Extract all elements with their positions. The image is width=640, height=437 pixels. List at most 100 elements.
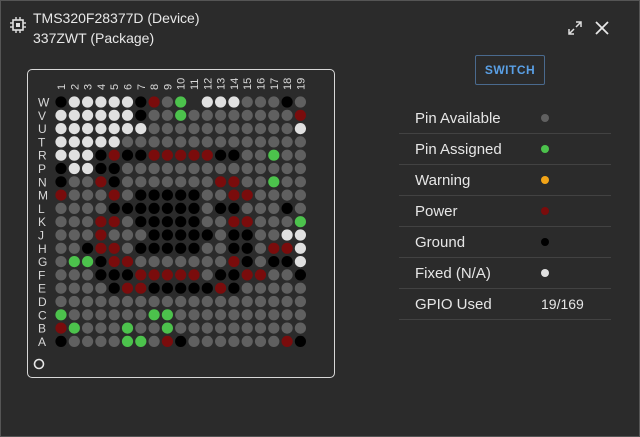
pin-L15[interactable] [241, 202, 253, 214]
pin-W15[interactable] [241, 96, 253, 108]
pin-E3[interactable] [82, 282, 94, 294]
pin-U17[interactable] [268, 123, 280, 135]
pin-H15[interactable] [241, 242, 253, 254]
pin-R7[interactable] [135, 149, 147, 161]
pin-D9[interactable] [161, 295, 173, 308]
pin-F13[interactable] [215, 269, 227, 281]
pin-H1[interactable] [55, 242, 67, 254]
pin-N18[interactable] [281, 176, 293, 188]
pin-M11[interactable] [188, 189, 200, 201]
close-icon[interactable] [593, 19, 611, 37]
pin-J13[interactable] [215, 229, 227, 241]
pin-M18[interactable] [281, 189, 293, 201]
pin-L13[interactable] [215, 202, 227, 214]
pin-H14[interactable] [228, 242, 240, 254]
pin-N3[interactable] [82, 176, 94, 188]
pin-F12[interactable] [201, 269, 213, 281]
pin-G19[interactable] [294, 256, 306, 268]
pin-G13[interactable] [215, 256, 227, 268]
pin-P14[interactable] [228, 162, 240, 175]
pin-B8[interactable] [148, 322, 160, 334]
pin-J5[interactable] [108, 229, 120, 241]
pin-U18[interactable] [281, 123, 293, 135]
pin-J7[interactable] [135, 229, 147, 241]
pin-M19[interactable] [294, 189, 306, 201]
pin-K18[interactable] [281, 216, 293, 228]
pin-R6[interactable] [121, 149, 134, 161]
pin-N8[interactable] [148, 176, 160, 188]
pin-V18[interactable] [281, 109, 293, 121]
pin-C5[interactable] [108, 309, 120, 321]
pin-N19[interactable] [294, 176, 306, 188]
pin-F8[interactable] [148, 269, 160, 281]
pin-G3[interactable] [82, 256, 94, 268]
pin-L14[interactable] [228, 202, 240, 214]
pin-D19[interactable] [294, 295, 306, 308]
pin-D12[interactable] [201, 295, 213, 308]
pin-H19[interactable] [294, 242, 306, 254]
pin-M4[interactable] [95, 189, 107, 201]
pin-U3[interactable] [82, 123, 94, 135]
pin-B19[interactable] [294, 322, 306, 334]
pin-J1[interactable] [55, 229, 67, 241]
pin-P19[interactable] [294, 162, 306, 175]
pin-N17[interactable] [268, 176, 280, 188]
pin-C12[interactable] [201, 309, 213, 321]
pin-P4[interactable] [95, 162, 107, 175]
pin-A16[interactable] [254, 335, 267, 347]
pin-J11[interactable] [188, 229, 200, 241]
pin-W10[interactable] [175, 96, 187, 108]
pin-U8[interactable] [148, 123, 160, 135]
pin-D16[interactable] [254, 295, 267, 308]
pin-D14[interactable] [228, 295, 240, 308]
pin-V4[interactable] [95, 109, 107, 121]
pin-W5[interactable] [108, 96, 120, 108]
pin-V3[interactable] [82, 109, 94, 121]
pin-E2[interactable] [68, 282, 80, 294]
pin-V19[interactable] [294, 109, 306, 121]
pin-A14[interactable] [228, 335, 240, 347]
pin-W16[interactable] [254, 96, 267, 108]
pin-V9[interactable] [161, 109, 173, 121]
pin-B7[interactable] [135, 322, 147, 334]
pin-W19[interactable] [294, 96, 306, 108]
pin-T16[interactable] [254, 136, 267, 148]
pin-L7[interactable] [135, 202, 147, 214]
pin-E18[interactable] [281, 282, 293, 294]
pin-G14[interactable] [228, 256, 240, 268]
pin-R12[interactable] [201, 149, 213, 161]
pin-F6[interactable] [121, 269, 134, 281]
pin-G6[interactable] [121, 256, 134, 268]
pin-F19[interactable] [294, 269, 306, 281]
pin-K11[interactable] [188, 216, 200, 228]
pin-V16[interactable] [254, 109, 267, 121]
pin-K9[interactable] [161, 216, 173, 228]
pin-C1[interactable] [55, 309, 67, 321]
pin-K14[interactable] [228, 216, 240, 228]
pin-H11[interactable] [188, 242, 200, 254]
pin-F11[interactable] [188, 269, 200, 281]
pin-G7[interactable] [135, 256, 147, 268]
pin-R11[interactable] [188, 149, 200, 161]
pin-M8[interactable] [148, 189, 160, 201]
pin-H3[interactable] [82, 242, 94, 254]
pin-U10[interactable] [175, 123, 187, 135]
pin-U1[interactable] [55, 123, 67, 135]
pin-V15[interactable] [241, 109, 253, 121]
pin-B4[interactable] [95, 322, 107, 334]
pin-M3[interactable] [82, 189, 94, 201]
pin-B9[interactable] [161, 322, 173, 334]
pin-T6[interactable] [121, 136, 134, 148]
pin-J16[interactable] [254, 229, 267, 241]
pin-H18[interactable] [281, 242, 293, 254]
pin-H9[interactable] [161, 242, 173, 254]
pin-V10[interactable] [175, 109, 187, 121]
pin-J10[interactable] [175, 229, 187, 241]
pin-C11[interactable] [188, 309, 200, 321]
pin-L9[interactable] [161, 202, 173, 214]
pin-W6[interactable] [121, 96, 134, 108]
pin-T9[interactable] [161, 136, 173, 148]
pin-P13[interactable] [215, 162, 227, 175]
pin-K4[interactable] [95, 216, 107, 228]
pin-B13[interactable] [215, 322, 227, 334]
